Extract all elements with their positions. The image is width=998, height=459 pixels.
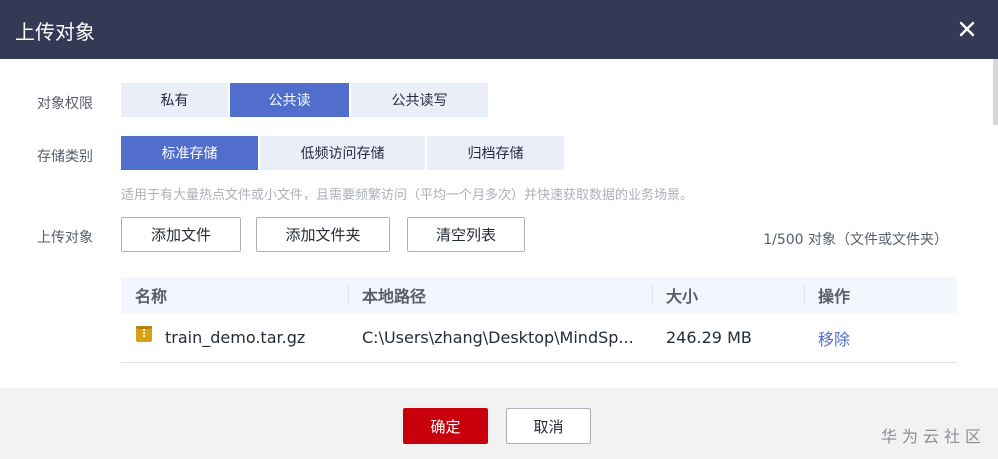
clear-list-button[interactable]: 清空列表 (407, 217, 525, 252)
acl-option-public-read-write[interactable]: 公共读写 (351, 83, 488, 117)
column-header-name: 名称 (135, 287, 168, 306)
storage-class-hint: 适用于有大量热点文件或小文件，且需要频繁访问（平均一个月多次）并快速获取数据的业… (121, 188, 694, 203)
column-header-path: 本地路径 (348, 277, 652, 313)
object-count: 1/500 对象（文件或文件夹） (763, 232, 948, 248)
upload-label: 上传对象 (37, 230, 93, 246)
file-name: train_demo.tar.gz (165, 328, 306, 347)
storage-class-segmented-control: 标准存储 低频访问存储 归档存储 (121, 136, 566, 170)
column-header-size: 大小 (652, 277, 804, 313)
file-path: C:\Users\zhang\Desktop\MindSp... (362, 328, 634, 347)
upload-file-table: 名称 本地路径 大小 操作 train_demo.tar.gz C:\Users… (121, 277, 957, 363)
acl-segmented-control: 私有 公共读 公共读写 (121, 83, 490, 117)
dialog-header: 上传对象 (0, 0, 998, 59)
acl-option-public-read[interactable]: 公共读 (230, 83, 349, 117)
cancel-button[interactable]: 取消 (506, 408, 591, 444)
add-file-button[interactable]: 添加文件 (121, 217, 241, 252)
acl-option-private[interactable]: 私有 (121, 83, 228, 117)
storage-class-label: 存储类别 (37, 149, 93, 165)
table-header: 名称 本地路径 大小 操作 (121, 277, 957, 313)
dialog-title: 上传对象 (15, 20, 95, 44)
archive-file-icon (135, 325, 153, 343)
column-header-action: 操作 (804, 277, 957, 313)
remove-link[interactable]: 移除 (818, 326, 850, 350)
storage-option-infrequent[interactable]: 低频访问存储 (260, 136, 425, 170)
dialog-footer: 确定 取消 华为云社区 (0, 388, 998, 459)
file-name-cell: train_demo.tar.gz (121, 313, 348, 363)
watermark-text: 华为云社区 (880, 427, 986, 446)
storage-option-archive[interactable]: 归档存储 (427, 136, 564, 170)
action-cell: 移除 (804, 313, 957, 363)
ok-button[interactable]: 确定 (403, 408, 488, 444)
add-folder-button[interactable]: 添加文件夹 (256, 217, 390, 252)
file-size: 246.29 MB (666, 328, 752, 347)
close-icon[interactable] (956, 18, 978, 40)
storage-option-standard[interactable]: 标准存储 (121, 136, 258, 170)
acl-label: 对象权限 (37, 96, 93, 112)
table-row: train_demo.tar.gz C:\Users\zhang\Desktop… (121, 313, 957, 363)
scrollbar[interactable] (993, 59, 998, 125)
